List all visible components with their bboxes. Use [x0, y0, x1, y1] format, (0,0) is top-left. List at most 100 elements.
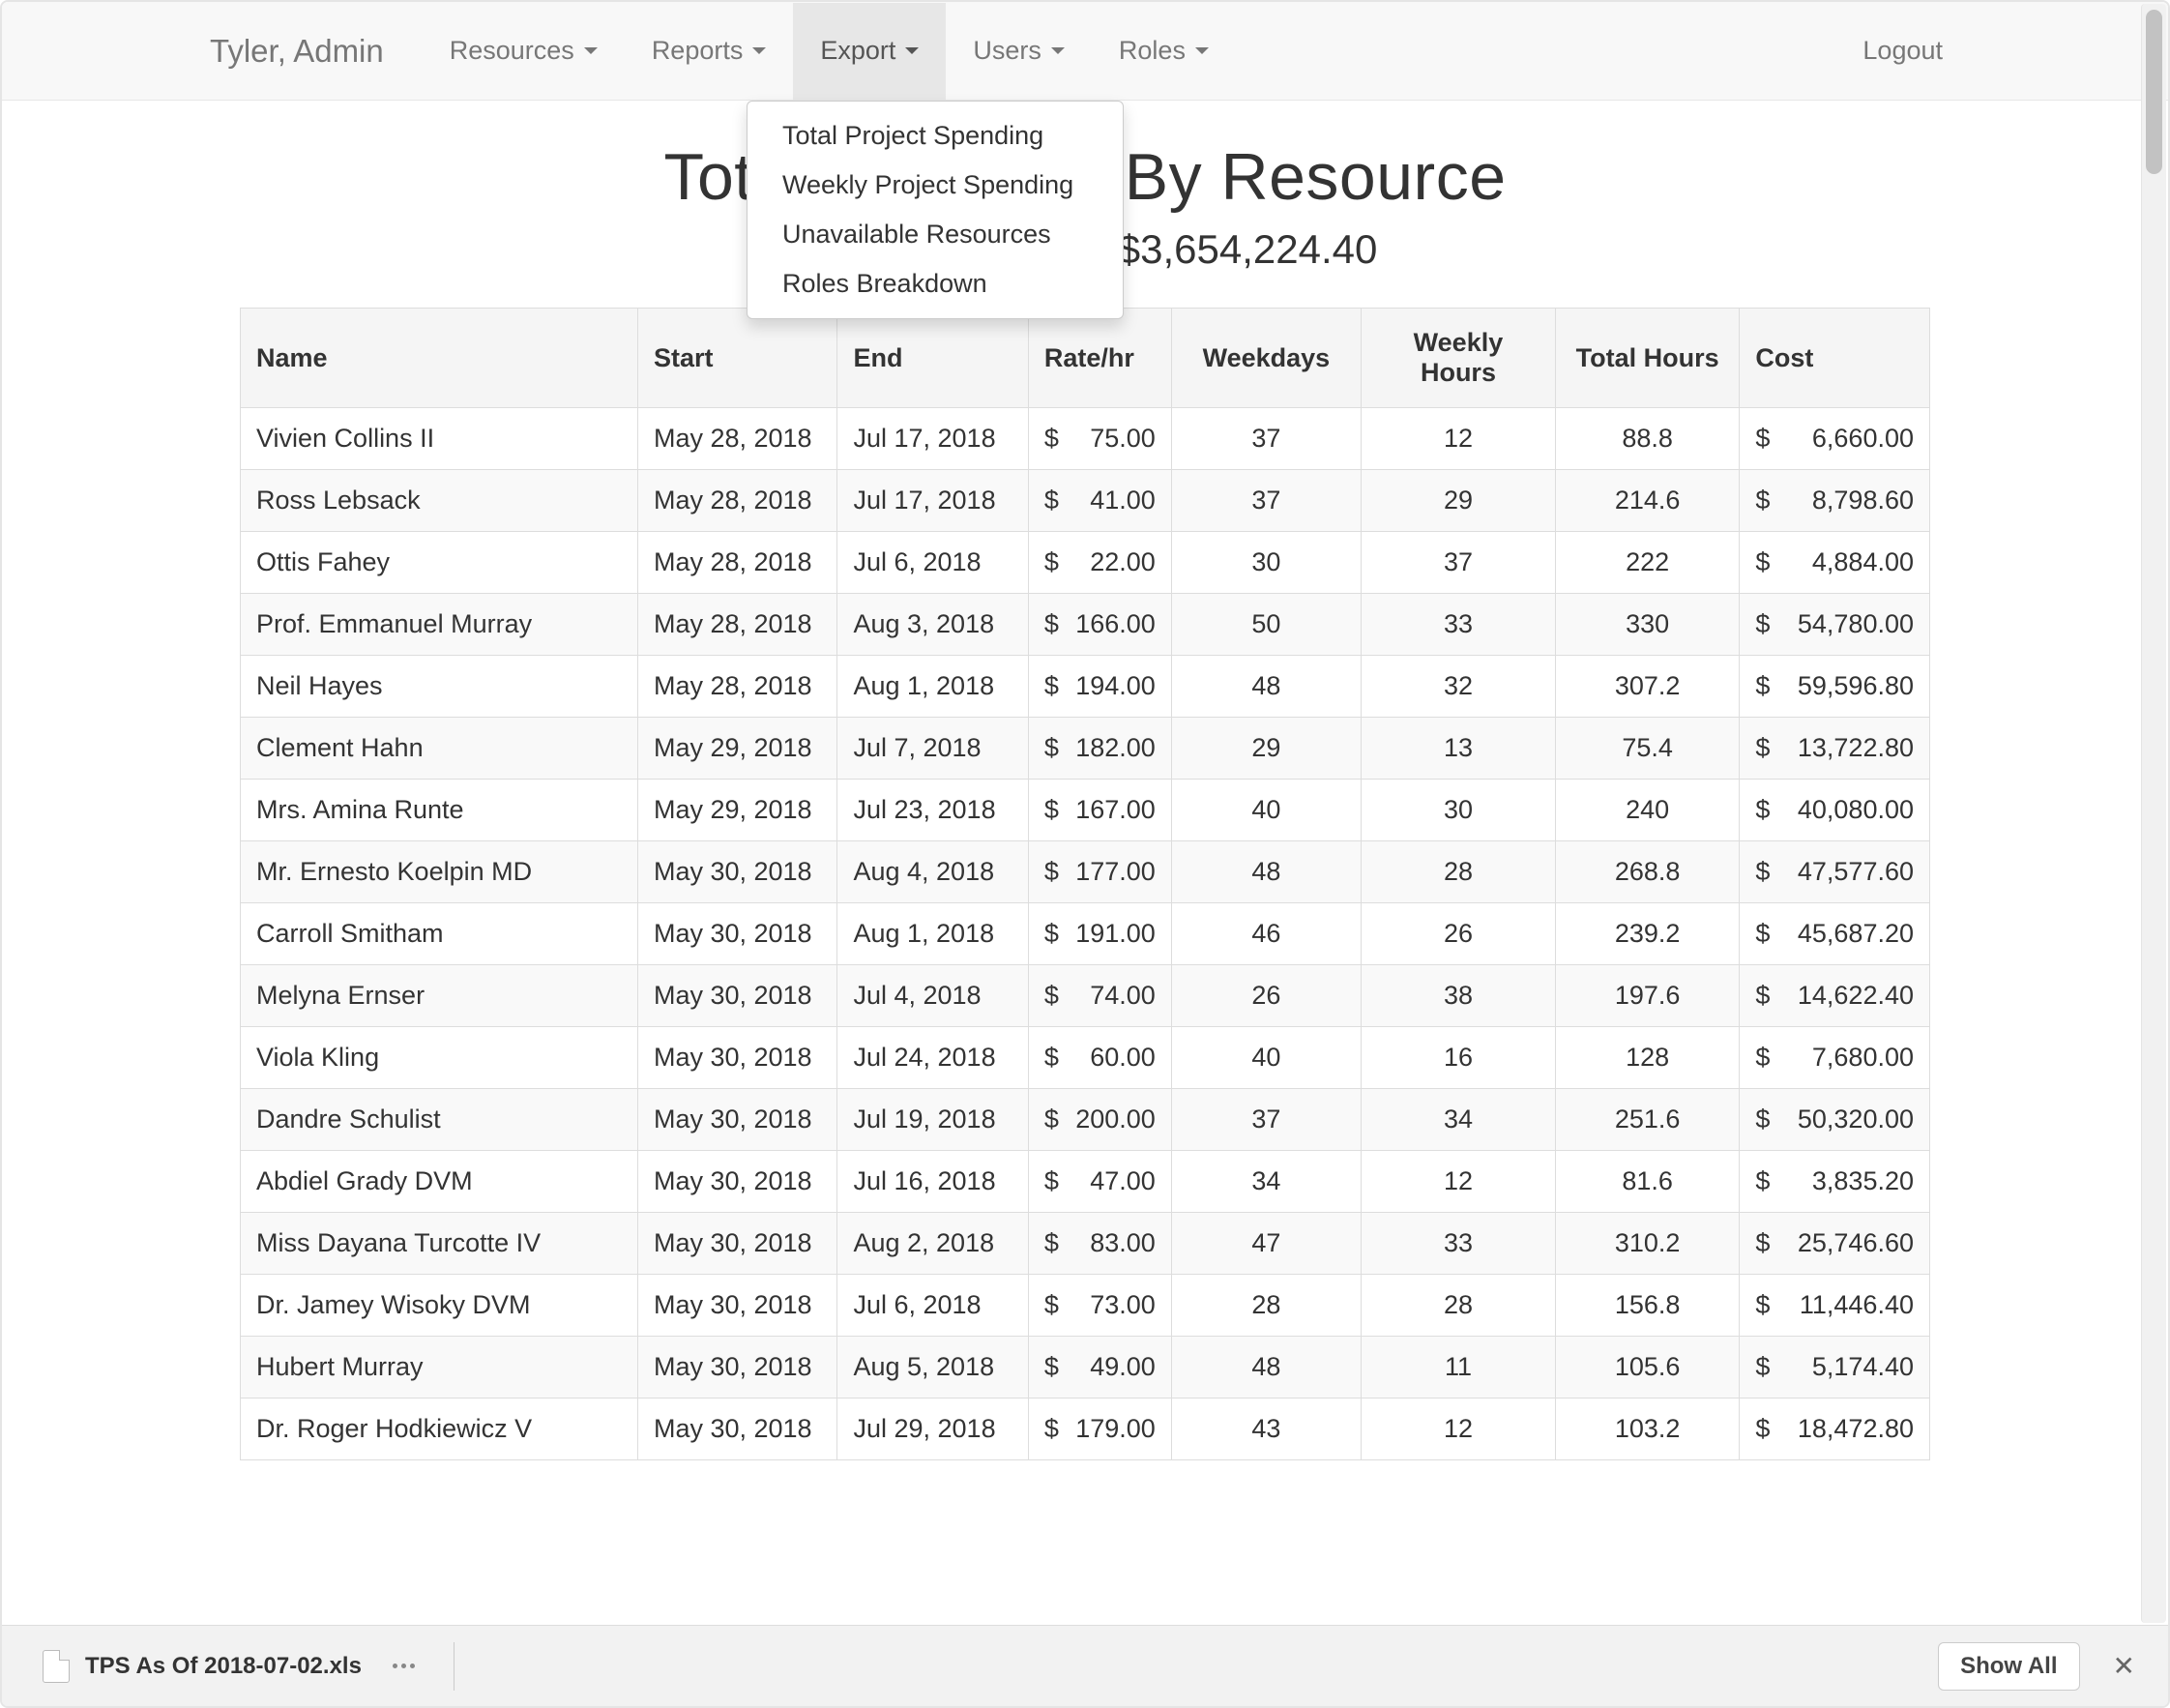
nav-item-users[interactable]: Users: [946, 3, 1092, 100]
table-row: Miss Dayana Turcotte IVMay 30, 2018Aug 2…: [241, 1213, 1930, 1275]
cell-name: Dr. Jamey Wisoky DVM: [241, 1275, 638, 1337]
cell-weekdays: 37: [1171, 408, 1361, 470]
export-option[interactable]: Weekly Project Spending: [748, 161, 1123, 210]
table-row: Dandre SchulistMay 30, 2018Jul 19, 2018$…: [241, 1089, 1930, 1151]
cell-total-hours: 310.2: [1555, 1213, 1739, 1275]
nav-item-label: Export: [820, 36, 895, 66]
cell-total-hours: 239.2: [1555, 903, 1739, 965]
nav-item-roles[interactable]: Roles: [1092, 3, 1236, 100]
cell-rate: $167.00: [1028, 780, 1171, 841]
cell-cost: $47,577.60: [1740, 841, 1930, 903]
cell-weekly-hours: 32: [1362, 656, 1556, 718]
col-header-weekly-hours[interactable]: Weekly Hours: [1362, 309, 1556, 408]
cell-rate: $177.00: [1028, 841, 1171, 903]
col-header-start[interactable]: Start: [637, 309, 837, 408]
cell-name: Viola Kling: [241, 1027, 638, 1089]
col-header-total-hours[interactable]: Total Hours: [1555, 309, 1739, 408]
cell-end: Aug 3, 2018: [837, 594, 1028, 656]
cell-rate: $74.00: [1028, 965, 1171, 1027]
cell-start: May 28, 2018: [637, 532, 837, 594]
col-header-weekdays[interactable]: Weekdays: [1171, 309, 1361, 408]
col-header-end[interactable]: End: [837, 309, 1028, 408]
cell-rate: $60.00: [1028, 1027, 1171, 1089]
navbar-brand[interactable]: Tyler, Admin: [210, 33, 423, 70]
nav-item-resources[interactable]: Resources: [423, 3, 625, 100]
table-row: Ottis FaheyMay 28, 2018Jul 6, 2018$22.00…: [241, 532, 1930, 594]
nav-item-label: Resources: [450, 36, 574, 66]
cell-total-hours: 240: [1555, 780, 1739, 841]
cell-cost: $25,746.60: [1740, 1213, 1930, 1275]
cell-cost: $18,472.80: [1740, 1399, 1930, 1460]
cell-name: Abdiel Grady DVM: [241, 1151, 638, 1213]
cell-total-hours: 75.4: [1555, 718, 1739, 780]
cell-end: Aug 2, 2018: [837, 1213, 1028, 1275]
cell-name: Hubert Murray: [241, 1337, 638, 1399]
cell-weekly-hours: 34: [1362, 1089, 1556, 1151]
cell-total-hours: 88.8: [1555, 408, 1739, 470]
nav-item-label: Reports: [652, 36, 744, 66]
show-all-button[interactable]: Show All: [1938, 1642, 2079, 1691]
cell-start: May 30, 2018: [637, 841, 837, 903]
export-option[interactable]: Unavailable Resources: [748, 210, 1123, 259]
col-header-rate[interactable]: Rate/hr: [1028, 309, 1171, 408]
cell-name: Mr. Ernesto Koelpin MD: [241, 841, 638, 903]
cell-start: May 28, 2018: [637, 656, 837, 718]
file-icon: [43, 1650, 70, 1683]
close-icon[interactable]: ✕: [2103, 1644, 2145, 1688]
table-row: Dr. Roger Hodkiewicz VMay 30, 2018Jul 29…: [241, 1399, 1930, 1460]
cell-weekdays: 48: [1171, 841, 1361, 903]
export-option[interactable]: Total Project Spending: [748, 111, 1123, 161]
cell-cost: $54,780.00: [1740, 594, 1930, 656]
cell-rate: $194.00: [1028, 656, 1171, 718]
cell-name: Ottis Fahey: [241, 532, 638, 594]
nav-item-reports[interactable]: Reports: [625, 3, 794, 100]
cell-rate: $200.00: [1028, 1089, 1171, 1151]
table-row: Dr. Jamey Wisoky DVMMay 30, 2018Jul 6, 2…: [241, 1275, 1930, 1337]
cell-name: Dr. Roger Hodkiewicz V: [241, 1399, 638, 1460]
cell-name: Miss Dayana Turcotte IV: [241, 1213, 638, 1275]
cell-weekly-hours: 33: [1362, 594, 1556, 656]
download-separator: [454, 1642, 455, 1691]
cell-name: Prof. Emmanuel Murray: [241, 594, 638, 656]
cell-name: Clement Hahn: [241, 718, 638, 780]
cell-total-hours: 222: [1555, 532, 1739, 594]
cell-weekdays: 50: [1171, 594, 1361, 656]
cell-weekly-hours: 12: [1362, 1399, 1556, 1460]
scrollbar-thumb[interactable]: [2146, 10, 2162, 174]
cell-weekdays: 37: [1171, 470, 1361, 532]
cell-rate: $47.00: [1028, 1151, 1171, 1213]
cell-weekly-hours: 29: [1362, 470, 1556, 532]
cell-total-hours: 197.6: [1555, 965, 1739, 1027]
cell-end: Jul 6, 2018: [837, 532, 1028, 594]
cell-rate: $75.00: [1028, 408, 1171, 470]
cell-weekdays: 26: [1171, 965, 1361, 1027]
cell-end: Jul 19, 2018: [837, 1089, 1028, 1151]
export-option[interactable]: Roles Breakdown: [748, 259, 1123, 309]
cell-cost: $11,446.40: [1740, 1275, 1930, 1337]
cell-weekly-hours: 12: [1362, 1151, 1556, 1213]
cell-start: May 30, 2018: [637, 1275, 837, 1337]
cell-weekdays: 29: [1171, 718, 1361, 780]
cell-cost: $6,660.00: [1740, 408, 1930, 470]
cell-total-hours: 214.6: [1555, 470, 1739, 532]
col-header-cost[interactable]: Cost: [1740, 309, 1930, 408]
caret-down-icon: [584, 47, 598, 54]
download-filename: TPS As Of 2018-07-02.xls: [85, 1653, 362, 1680]
cell-weekly-hours: 37: [1362, 532, 1556, 594]
download-more-icon[interactable]: [387, 1658, 421, 1674]
cell-end: Jul 24, 2018: [837, 1027, 1028, 1089]
cell-weekly-hours: 38: [1362, 965, 1556, 1027]
cell-weekdays: 47: [1171, 1213, 1361, 1275]
nav-item-export[interactable]: Export: [793, 3, 946, 100]
download-chip[interactable]: TPS As Of 2018-07-02.xls: [25, 1640, 438, 1693]
cell-weekly-hours: 12: [1362, 408, 1556, 470]
col-header-name[interactable]: Name: [241, 309, 638, 408]
cell-end: Jul 6, 2018: [837, 1275, 1028, 1337]
logout-link[interactable]: Logout: [1835, 3, 1970, 100]
cell-start: May 30, 2018: [637, 903, 837, 965]
cell-total-hours: 105.6: [1555, 1337, 1739, 1399]
cell-cost: $50,320.00: [1740, 1089, 1930, 1151]
scrollbar-track[interactable]: [2141, 4, 2166, 1623]
table-row: Abdiel Grady DVMMay 30, 2018Jul 16, 2018…: [241, 1151, 1930, 1213]
caret-down-icon: [905, 47, 919, 54]
